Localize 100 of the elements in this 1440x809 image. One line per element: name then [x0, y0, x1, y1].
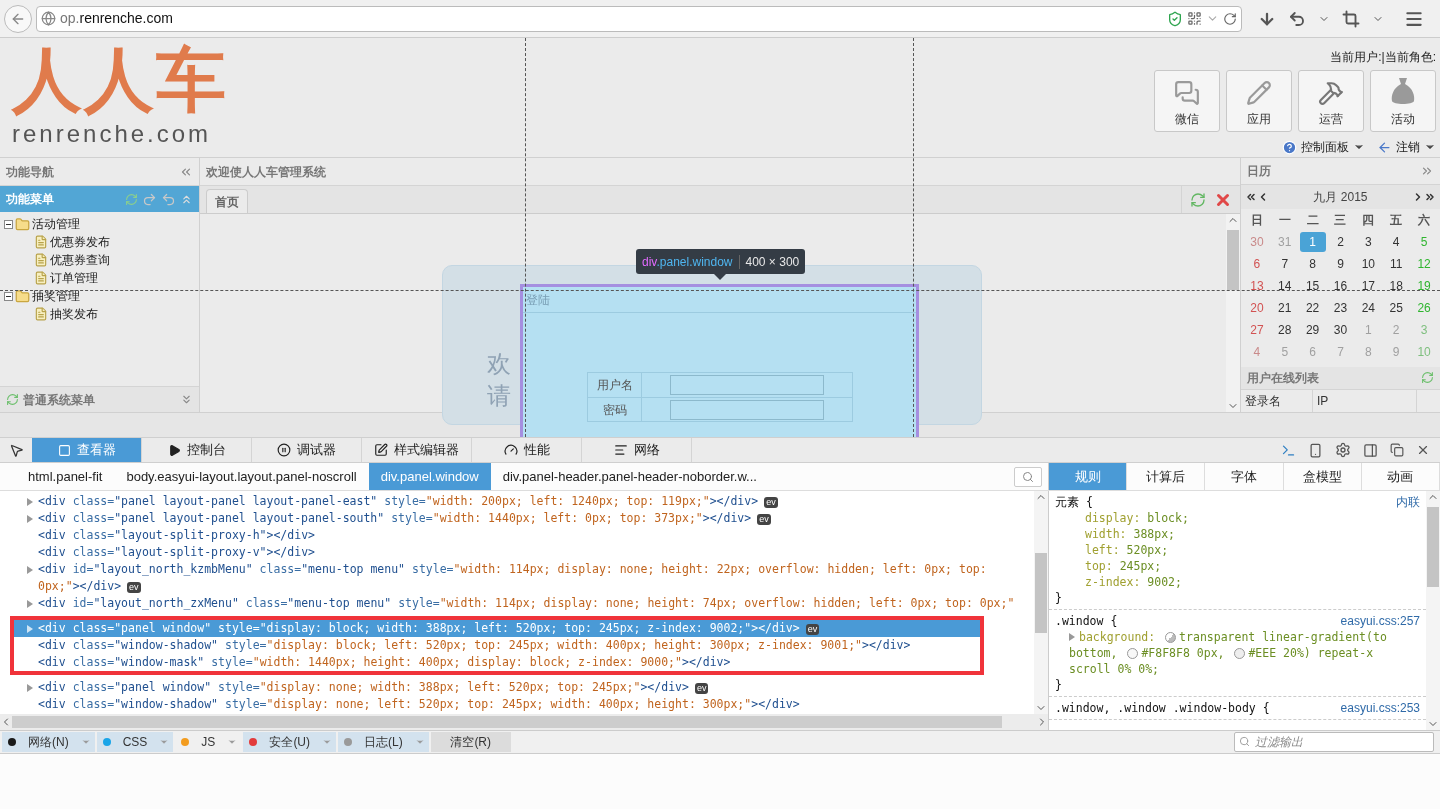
header-button[interactable]: 微信: [1154, 70, 1220, 132]
clear-button[interactable]: 清空(R): [430, 732, 511, 752]
calendar-day[interactable]: 7: [1271, 253, 1298, 274]
event-badge[interactable]: ev: [805, 624, 820, 635]
calendar-day[interactable]: 9: [1327, 253, 1354, 274]
horizontal-scrollbar[interactable]: [0, 714, 1048, 730]
address-bar[interactable]: op.renrenche.com: [36, 5, 1242, 32]
calendar-day[interactable]: 8: [1299, 253, 1326, 274]
calendar-day[interactable]: 15: [1299, 275, 1326, 296]
filter-button[interactable]: 安全(U): [243, 732, 337, 752]
tree-item[interactable]: 抽奖发布: [50, 305, 98, 323]
expand-arrow-icon[interactable]: [27, 600, 33, 608]
calendar-day[interactable]: 20: [1243, 297, 1270, 318]
event-badge[interactable]: ev: [127, 582, 141, 593]
code-line[interactable]: <div class="layout-split-proxy-h"></div>: [0, 527, 1034, 544]
expand-arrow-icon[interactable]: [1069, 633, 1075, 641]
sidebar-tab[interactable]: 计算后: [1127, 463, 1206, 490]
code-line[interactable]: <div class="window-mask" style="width: 1440px; height: 400px; display: block; z-index: 9000;"></div>: [14, 654, 980, 671]
calendar-day[interactable]: 11: [1383, 253, 1410, 274]
calendar-day[interactable]: 22: [1299, 297, 1326, 318]
collapse-icon[interactable]: [4, 219, 13, 229]
settings-icon[interactable]: [1335, 442, 1351, 458]
code-line[interactable]: <div class="panel layout-panel layout-panel-south" style="width: 1440px; left: 0px; top: 373px;"></div> ev: [0, 510, 1034, 527]
color-swatch[interactable]: [1234, 648, 1246, 659]
calendar-day[interactable]: 28: [1271, 319, 1298, 340]
column-header[interactable]: IP: [1313, 390, 1417, 412]
expand-arrow-icon[interactable]: [27, 684, 33, 692]
scrollbar[interactable]: [1226, 214, 1240, 412]
breadcrumb[interactable]: div.panel-header.panel-header-noborder.w...: [490, 463, 769, 490]
sidebar-tab[interactable]: 字体: [1205, 463, 1284, 490]
devtools-tab[interactable]: 性能: [472, 438, 582, 462]
expand-arrow-icon[interactable]: [27, 498, 33, 506]
sidebar-tab[interactable]: 动画: [1361, 463, 1440, 490]
search-button[interactable]: [1014, 466, 1042, 487]
event-badge[interactable]: ev: [764, 497, 778, 508]
expand-arrow-icon[interactable]: [27, 566, 33, 574]
calendar-day[interactable]: 16: [1327, 275, 1354, 296]
header-link[interactable]: 注销: [1377, 138, 1436, 156]
expand-icon[interactable]: [180, 393, 193, 406]
code-line[interactable]: <div id="layout_north_kzmbMenu" class="menu-top menu" style="width: 114px; display: none; height: 22px; overflow: hidden; left: 0px; top: 0px;"></div> ev: [0, 561, 1034, 595]
filter-button[interactable]: JS: [175, 732, 242, 752]
rule-source[interactable]: easyui.css:253: [1340, 700, 1420, 716]
calendar-day[interactable]: 6: [1243, 253, 1270, 274]
header-button[interactable]: 应用: [1226, 70, 1292, 132]
filter-button[interactable]: 日志(L): [338, 732, 429, 752]
tree-item[interactable]: 订单管理: [50, 269, 98, 287]
event-badge[interactable]: ev: [757, 514, 771, 525]
expand-arrow-icon[interactable]: [27, 515, 33, 523]
back-button[interactable]: [4, 4, 32, 33]
calendar-day[interactable]: 29: [1299, 319, 1326, 340]
calendar-day[interactable]: 2: [1327, 231, 1354, 252]
calendar-day[interactable]: 24: [1355, 297, 1382, 318]
calendar-day[interactable]: 13: [1243, 275, 1270, 296]
calendar-day[interactable]: 23: [1327, 297, 1354, 318]
calendar-day[interactable]: 14: [1271, 275, 1298, 296]
dock-side-icon[interactable]: [1363, 442, 1378, 458]
color-swatch[interactable]: [1127, 648, 1139, 659]
filter-button[interactable]: 网络(N): [2, 732, 95, 752]
calendar-day[interactable]: 3: [1355, 231, 1382, 252]
header-button[interactable]: 运营: [1298, 70, 1364, 132]
code-line[interactable]: <div class="window-shadow" style="display: block; left: 520px; top: 245px; width: 400px; height: 300px; z-index: 9001;"></div>: [14, 637, 980, 654]
console-icon[interactable]: [1281, 442, 1296, 458]
calendar-day[interactable]: 4: [1383, 231, 1410, 252]
scrollbar[interactable]: [1426, 491, 1440, 730]
accordion-header[interactable]: 普通系统菜单: [0, 386, 199, 412]
calendar-day[interactable]: 10: [1355, 253, 1382, 274]
calendar-day[interactable]: 18: [1383, 275, 1410, 296]
scrollbar[interactable]: [1034, 491, 1048, 714]
calendar-day[interactable]: 30: [1327, 319, 1354, 340]
tree-item[interactable]: 抽奖管理: [32, 287, 80, 305]
qr-code-icon[interactable]: [1187, 11, 1202, 26]
redo-icon[interactable]: [142, 191, 157, 207]
header-button[interactable]: 活动: [1370, 70, 1436, 132]
input-field[interactable]: [670, 399, 824, 420]
code-line[interactable]: <div class="window-shadow" style="display: none; left: 520px; top: 245px; width: 400px; height: 300px;"></div>: [0, 696, 1034, 713]
refresh-icon[interactable]: [6, 393, 19, 406]
header-link[interactable]: 控制面板: [1282, 138, 1365, 156]
refresh-icon[interactable]: [1190, 191, 1206, 208]
rule-source[interactable]: easyui.css:257: [1340, 613, 1420, 629]
calendar-day[interactable]: 25: [1383, 297, 1410, 318]
code-line[interactable]: <div class="layout-split-proxy-v"></div>: [0, 544, 1034, 561]
rule-source[interactable]: 内联: [1396, 494, 1420, 510]
element-picker-icon[interactable]: [8, 442, 24, 458]
close-icon[interactable]: [1416, 443, 1430, 457]
code-line[interactable]: <div class="panel window" style="display: none; width: 388px; left: 520px; top: 245px;"></div> ev: [0, 679, 1034, 696]
devtools-tab[interactable]: 网络: [582, 438, 692, 462]
breadcrumb[interactable]: html.panel-fit: [16, 463, 115, 490]
refresh-icon[interactable]: [125, 192, 138, 206]
devtools-tab[interactable]: 调试器: [252, 438, 362, 462]
popout-icon[interactable]: [1390, 443, 1404, 457]
shield-icon[interactable]: [1167, 10, 1183, 27]
responsive-icon[interactable]: [1308, 442, 1323, 458]
tree-item[interactable]: 优惠券查询: [50, 251, 110, 269]
filter-field[interactable]: 过滤输出: [1234, 732, 1434, 752]
crop-icon[interactable]: [1342, 9, 1360, 28]
tab[interactable]: 首页: [206, 189, 248, 213]
input-field[interactable]: [670, 375, 824, 395]
code-line[interactable]: <div class="panel layout-panel layout-panel-east" style="width: 200px; left: 1240px; top: 119px;"></div> ev: [0, 493, 1034, 510]
code-line[interactable]: <div id="layout_north_zxMenu" class="menu-top menu" style="width: 114px; display: none; height: 74px; overflow: hidden; left: 0px; top: 0px;": [0, 595, 1034, 612]
column-header[interactable]: 登录名: [1241, 390, 1313, 412]
